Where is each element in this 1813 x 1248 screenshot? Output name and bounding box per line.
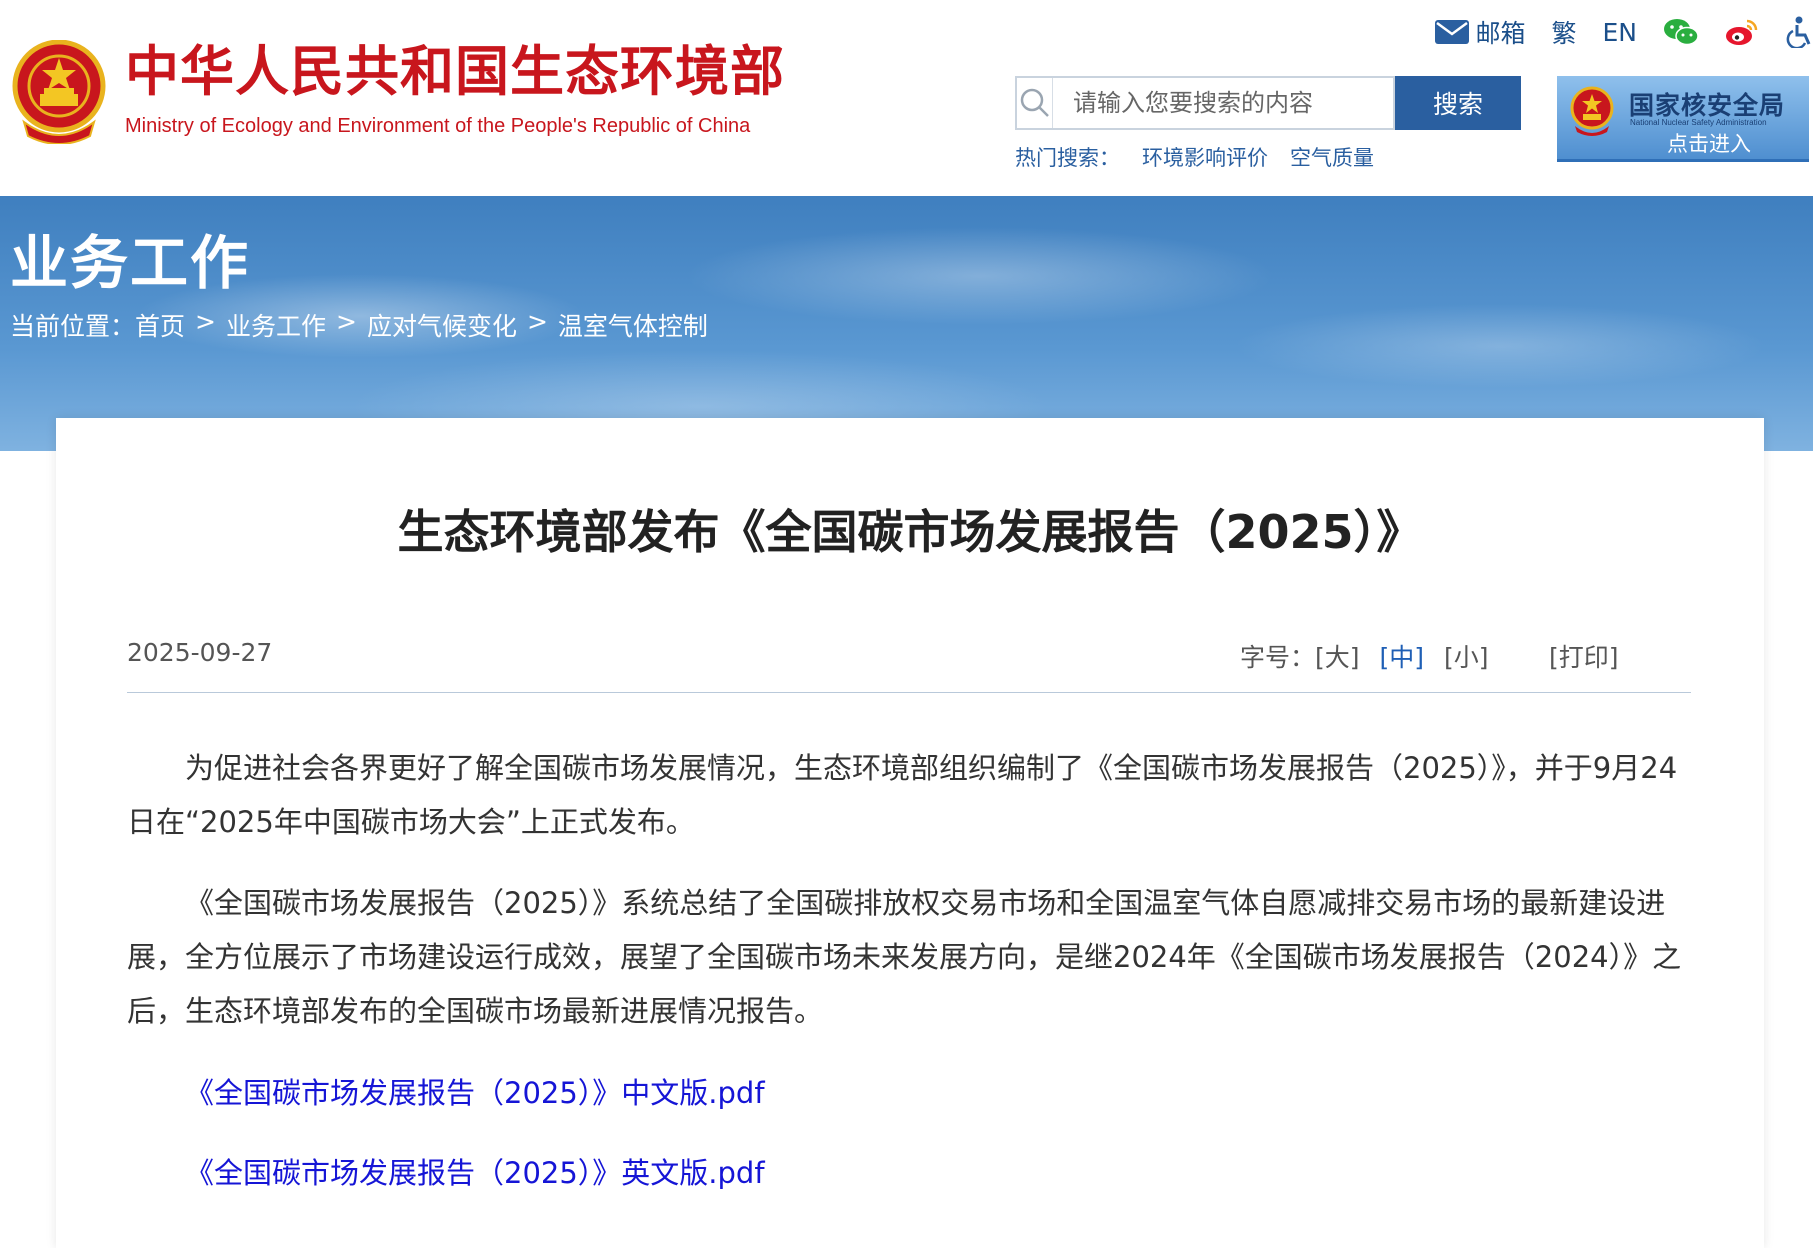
attachment-english-pdf[interactable]: 《全国碳市场发展报告（2025）》英文版.pdf (185, 1150, 765, 1192)
breadcrumb-ghg-control[interactable]: 温室气体控制 (558, 307, 708, 343)
mail-link[interactable]: 邮箱 (1435, 14, 1525, 50)
breadcrumb-climate[interactable]: 应对气候变化 (367, 307, 517, 343)
mail-icon (1435, 20, 1470, 44)
print-link[interactable]: [打印] (1549, 638, 1619, 674)
hot-keyword-air-quality[interactable]: 空气质量 (1290, 142, 1374, 172)
attachment-chinese-pdf[interactable]: 《全国碳市场发展报告（2025）》中文版.pdf (185, 1070, 765, 1112)
nnsa-title: 国家核安全局 (1629, 91, 1786, 120)
wechat-link[interactable] (1663, 17, 1699, 47)
breadcrumb-separator: > (195, 307, 216, 336)
article-title: 生态环境部发布《全国碳市场发展报告（2025）》 (397, 505, 1423, 559)
nnsa-emblem-icon (1569, 86, 1615, 138)
weibo-icon (1726, 19, 1758, 45)
search-input[interactable] (1053, 78, 1393, 128)
wechat-icon (1664, 19, 1699, 46)
breadcrumb-business[interactable]: 业务工作 (226, 307, 326, 343)
ministry-logo-chinese[interactable]: 中华人民共和国生态环境部 (125, 44, 785, 98)
breadcrumb-label: 当前位置： (10, 312, 136, 341)
national-emblem-icon[interactable] (10, 39, 108, 145)
english-link[interactable]: EN (1603, 18, 1638, 47)
section-title: 业务工作 (10, 229, 251, 297)
search-box (1015, 76, 1395, 130)
font-size-label: 字号： (1240, 643, 1316, 672)
ministry-logo-english[interactable]: Ministry of Ecology and Environment of t… (125, 115, 750, 138)
breadcrumb-separator: > (526, 307, 548, 336)
traditional-chinese-link[interactable]: 繁 (1551, 14, 1576, 50)
font-size-medium[interactable]: [中] (1380, 638, 1425, 674)
font-size-control: 字号： [大] [中] [小] (1240, 638, 1489, 674)
meta-divider (127, 692, 1691, 693)
breadcrumb-separator: > (336, 307, 357, 336)
weibo-link[interactable] (1725, 17, 1759, 47)
nnsa-enter-label: 点击进入 (1667, 132, 1751, 156)
publish-date: 2025-09-27 (127, 638, 273, 667)
breadcrumb: 当前位置： 首页 > 业务工作 > 应对气候变化 > 温室气体控制 (10, 307, 708, 343)
hot-search-label: 热门搜索： (1015, 146, 1120, 170)
nnsa-subtitle: National Nuclear Safety Administration (1630, 118, 1767, 127)
search-icon[interactable] (1017, 78, 1053, 128)
font-size-small[interactable]: [小] (1444, 638, 1489, 674)
nnsa-banner-link[interactable]: 国家核安全局 National Nuclear Safety Administr… (1557, 76, 1809, 162)
article-paragraph-1: 为促进社会各界更好了解全国碳市场发展情况，生态环境部组织编制了《全国碳市场发展报… (127, 751, 1678, 839)
accessibility-link[interactable] (1785, 16, 1813, 48)
article-paragraph-2: 《全国碳市场发展报告（2025）》系统总结了全国碳排放权交易市场和全国温室气体自… (127, 886, 1682, 1028)
mail-link-label: 邮箱 (1475, 19, 1526, 48)
search-button[interactable]: 搜索 (1395, 76, 1521, 130)
breadcrumb-home[interactable]: 首页 (135, 307, 185, 343)
hot-search: 热门搜索： 环境影响评价 空气质量 (1015, 142, 1374, 172)
accessibility-icon (1786, 16, 1811, 48)
top-utility-links: 邮箱 繁 EN (1435, 14, 1813, 50)
hot-keyword-eia[interactable]: 环境影响评价 (1142, 142, 1268, 172)
font-size-large[interactable]: [大] (1315, 638, 1360, 674)
